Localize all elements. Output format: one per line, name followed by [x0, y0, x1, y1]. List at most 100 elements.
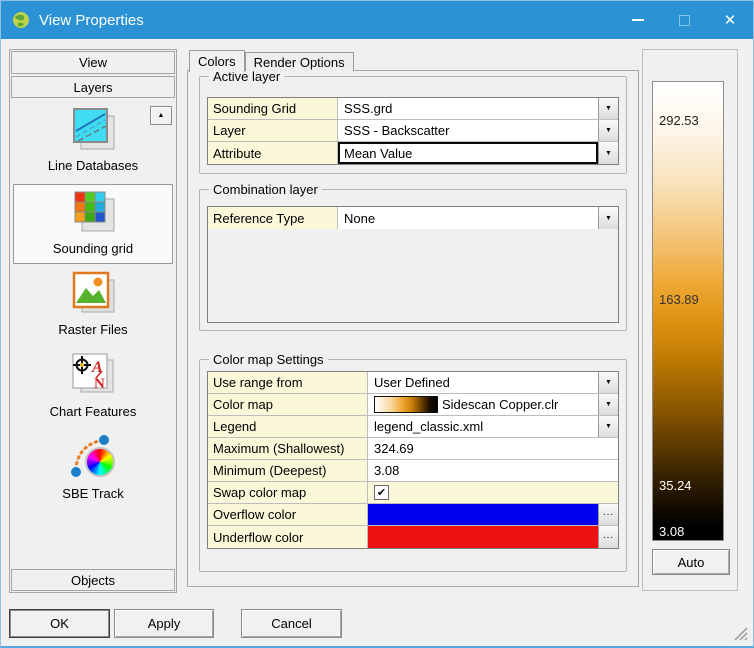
sidebar-item-label: Line Databases: [48, 158, 138, 173]
sidebar-item-raster-files[interactable]: Raster Files: [13, 266, 173, 346]
dropdown-button[interactable]: ▼: [598, 416, 618, 437]
group-active-layer: Active layer Sounding Grid SSS.grd ▼ Lay…: [199, 76, 627, 174]
minimum-deepest-field[interactable]: 3.08: [368, 460, 618, 481]
maximize-button[interactable]: [661, 1, 707, 39]
tab-bar: Colors Render Options: [189, 50, 354, 72]
color-scale-gradient: 292.53 163.89 35.24 3.08: [652, 81, 724, 541]
chevron-down-icon: ▼: [605, 379, 612, 386]
minimize-button[interactable]: [615, 1, 661, 39]
scroll-up-icon: ▲: [158, 112, 165, 119]
sidebar-item-label: Chart Features: [50, 404, 137, 419]
sidebar-item-line-databases[interactable]: Line Databases: [13, 102, 173, 182]
sidebar-item-sbe-track[interactable]: SBE Track: [13, 430, 173, 510]
table-row: Swap color map ✔: [208, 482, 618, 504]
underflow-color-swatch: [368, 526, 598, 548]
group-title: Combination layer: [209, 182, 322, 197]
row-label: Reference Type: [208, 207, 338, 229]
maximum-shallowest-field[interactable]: 324.69: [368, 438, 618, 459]
row-label: Legend: [208, 416, 368, 437]
use-range-from-dropdown[interactable]: User Defined: [368, 372, 598, 393]
scale-tick-label: 292.53: [659, 113, 699, 128]
dropdown-button[interactable]: ▼: [598, 372, 618, 393]
swap-color-map-checkbox[interactable]: ✔: [374, 485, 389, 500]
legend-dropdown[interactable]: legend_classic.xml: [368, 416, 598, 437]
auto-button[interactable]: Auto: [652, 549, 730, 575]
row-label: Use range from: [208, 372, 368, 393]
table-row: Maximum (Shallowest) 324.69: [208, 438, 618, 460]
color-scale-panel: 292.53 163.89 35.24 3.08 Auto: [642, 49, 738, 591]
raster-files-icon: [68, 269, 118, 319]
cancel-button[interactable]: Cancel: [241, 609, 342, 638]
view-properties-window: View Properties ✕ View Layers ▲: [0, 0, 754, 648]
table-row: Overflow color ...: [208, 504, 618, 526]
dropdown-button[interactable]: ▼: [598, 142, 618, 164]
scroll-up-button[interactable]: ▲: [150, 106, 172, 125]
close-button[interactable]: ✕: [707, 1, 753, 39]
attribute-dropdown[interactable]: Mean Value: [338, 142, 598, 164]
sidebar: View Layers ▲ Line Databases: [9, 49, 177, 593]
svg-text:N: N: [94, 376, 105, 392]
color-map-dropdown[interactable]: Sidescan Copper.clr: [368, 394, 598, 415]
overflow-color-picker-button[interactable]: ...: [598, 504, 618, 525]
combination-layer-table: Reference Type None ▼: [207, 206, 619, 323]
sidebar-item-chart-features[interactable]: A N Chart Features: [13, 348, 173, 428]
reference-type-dropdown[interactable]: None: [338, 207, 598, 229]
titlebar[interactable]: View Properties ✕: [1, 1, 753, 39]
table-row: Attribute Mean Value ▼: [208, 142, 618, 164]
maximize-icon: [679, 15, 690, 26]
minimize-icon: [632, 19, 644, 21]
row-label: Minimum (Deepest): [208, 460, 368, 481]
sidebar-button-layers[interactable]: Layers: [11, 76, 175, 98]
row-label: Overflow color: [208, 504, 368, 525]
underflow-color-picker-button[interactable]: ...: [598, 526, 618, 548]
sidebar-item-label: Raster Files: [58, 322, 127, 337]
table-row: Use range from User Defined ▼: [208, 372, 618, 394]
overflow-color-swatch: [368, 504, 598, 525]
overflow-color-cell: [368, 504, 598, 525]
ellipsis-icon: ...: [603, 530, 614, 541]
color-map-preview-swatch: [374, 396, 438, 413]
sounding-grid-icon: [68, 188, 118, 238]
sidebar-button-view[interactable]: View: [11, 51, 175, 74]
row-label: Underflow color: [208, 526, 368, 548]
svg-text:A: A: [91, 359, 103, 376]
checkmark-icon: ✔: [377, 486, 386, 499]
tab-colors[interactable]: Colors: [189, 50, 245, 72]
resize-grip[interactable]: [732, 625, 748, 641]
chevron-down-icon: ▼: [605, 105, 612, 112]
table-row: Sounding Grid SSS.grd ▼: [208, 98, 618, 120]
row-label: Sounding Grid: [208, 98, 338, 119]
swap-color-map-cell: ✔: [368, 482, 618, 503]
layer-dropdown[interactable]: SSS - Backscatter: [338, 120, 598, 141]
sounding-grid-dropdown[interactable]: SSS.grd: [338, 98, 598, 119]
ok-button[interactable]: OK: [9, 609, 110, 638]
apply-button[interactable]: Apply: [114, 609, 214, 638]
sidebar-item-sounding-grid[interactable]: Sounding grid: [13, 184, 173, 264]
sbe-track-icon: [68, 433, 118, 483]
chevron-down-icon: ▼: [605, 423, 612, 430]
close-icon: ✕: [724, 13, 737, 28]
underflow-color-cell: [368, 526, 598, 548]
row-label: Attribute: [208, 142, 338, 164]
active-layer-table: Sounding Grid SSS.grd ▼ Layer SSS - Back…: [207, 97, 619, 165]
chevron-down-icon: ▼: [605, 215, 612, 222]
scale-tick-label: 35.24: [659, 478, 692, 493]
dropdown-button[interactable]: ▼: [598, 207, 618, 229]
dropdown-button[interactable]: ▼: [598, 394, 618, 415]
window-title: View Properties: [39, 12, 144, 29]
scale-tick-label: 3.08: [659, 524, 684, 539]
table-row: Reference Type None ▼: [208, 207, 618, 229]
row-label: Color map: [208, 394, 368, 415]
chart-features-icon: A N: [68, 351, 118, 401]
table-row: Color map Sidescan Copper.clr ▼: [208, 394, 618, 416]
app-globe-icon: [12, 11, 30, 29]
group-combination-layer: Combination layer Reference Type None ▼: [199, 189, 627, 331]
sidebar-button-objects[interactable]: Objects: [11, 569, 175, 591]
tab-render-options[interactable]: Render Options: [245, 52, 354, 71]
dropdown-button[interactable]: ▼: [598, 120, 618, 141]
row-label: Maximum (Shallowest): [208, 438, 368, 459]
dropdown-button[interactable]: ▼: [598, 98, 618, 119]
table-row: Legend legend_classic.xml ▼: [208, 416, 618, 438]
line-databases-icon: [68, 105, 118, 155]
group-color-map-settings: Color map Settings Use range from User D…: [199, 359, 627, 572]
